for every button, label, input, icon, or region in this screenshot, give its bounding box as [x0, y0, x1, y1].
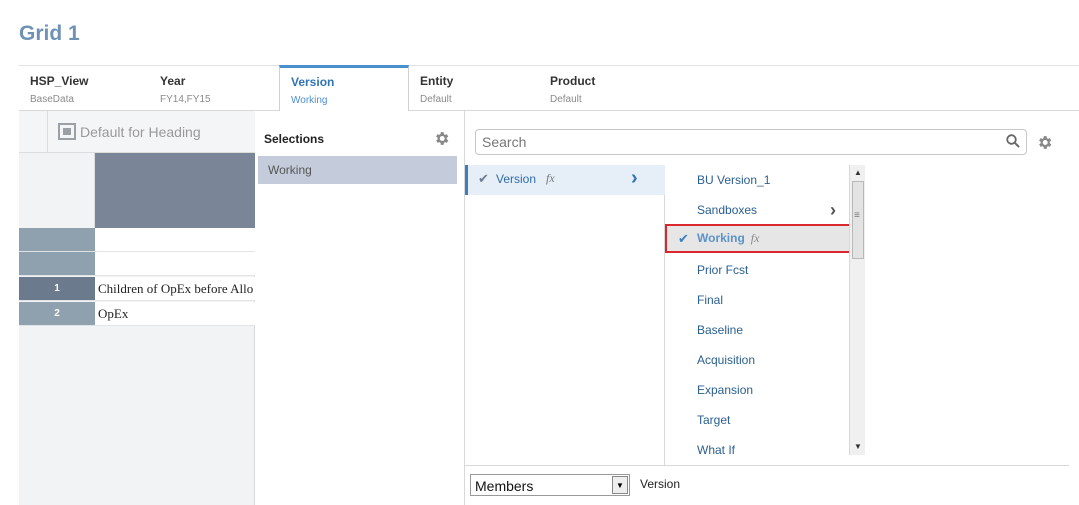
dimension-tab-entity[interactable]: Entity Default [409, 66, 539, 111]
member-label: Prior Fcst [697, 263, 749, 277]
member-label: Sandboxes [697, 203, 758, 217]
page-title: Grid 1 [19, 22, 80, 45]
gear-icon[interactable] [1036, 134, 1053, 151]
grid-row-header-blank [19, 228, 95, 252]
dimension-tab-year[interactable]: Year FY14,FY15 [149, 66, 279, 111]
dimension-name: Year [160, 74, 186, 88]
dimension-tab-product[interactable]: Product Default [539, 66, 669, 111]
member-item[interactable]: Prior Fcst [665, 255, 851, 285]
grid-row-number[interactable]: 2 [19, 302, 95, 326]
dimension-tab-hsp-view[interactable]: HSP_View BaseData [19, 66, 149, 111]
dimension-value: Default [420, 94, 452, 105]
grid-heading-bar: Default for Heading [19, 111, 255, 153]
grid-heading-label[interactable]: Default for Heading [80, 124, 201, 140]
scroll-down-icon[interactable]: ▼ [851, 440, 865, 454]
search-icon[interactable] [1006, 134, 1020, 148]
member-label: Baseline [697, 323, 744, 337]
search-input[interactable] [482, 133, 1002, 151]
dimension-name: Entity [420, 74, 454, 88]
search-box [475, 129, 1027, 155]
member-navigation-column: ✔ Version fx › [465, 165, 665, 465]
function-icon: fx [546, 171, 555, 185]
grid-heading-corner [19, 111, 48, 153]
member-label: Expansion [697, 383, 754, 397]
member-item-selected[interactable]: ✔ Working fx [665, 224, 851, 253]
nav-item-version[interactable]: ✔ Version fx › [465, 165, 665, 195]
grid-row-label[interactable]: OpEx [95, 302, 255, 326]
member-label: Acquisition [697, 353, 756, 367]
member-label: Final [697, 293, 724, 307]
member-label: What If [697, 443, 736, 455]
selections-heading: Selections [264, 132, 325, 146]
grid-column-header[interactable] [95, 153, 255, 228]
scrollbar-thumb[interactable] [852, 181, 864, 259]
view-select[interactable]: Members ▼ [470, 474, 630, 496]
member-list-scrollbar[interactable]: ▲ ▼ [849, 165, 865, 455]
selections-panel: Selections Working [255, 111, 465, 505]
member-item[interactable]: Expansion [665, 375, 851, 405]
footer-dimension-label: Version [640, 477, 681, 491]
member-item[interactable]: Final [665, 285, 851, 315]
dimension-value: Working [291, 95, 328, 106]
selection-item[interactable]: Working [258, 156, 457, 184]
dimension-value: FY14,FY15 [160, 94, 211, 105]
grid-row-header-blank [19, 252, 95, 276]
member-item[interactable]: Target [665, 405, 851, 435]
member-item[interactable]: Sandboxes › [665, 195, 851, 225]
chevron-right-icon[interactable]: › [830, 195, 836, 225]
dropdown-arrow-icon[interactable]: ▼ [612, 476, 628, 494]
dimension-tab-version[interactable]: Version Working [279, 65, 409, 111]
dimension-bar: HSP_View BaseData Year FY14,FY15 Version… [19, 65, 1079, 111]
member-label: Target [697, 413, 731, 427]
member-item[interactable]: BU Version_1 [665, 165, 851, 195]
dimension-name: HSP_View [30, 74, 89, 88]
member-item[interactable]: Baseline [665, 315, 851, 345]
grid-corner-cell [19, 153, 95, 228]
dimension-value: BaseData [30, 94, 74, 105]
grid-cell-blank [95, 252, 255, 276]
dimension-value: Default [550, 94, 582, 105]
heading-icon [58, 123, 76, 140]
check-icon: ✔ [478, 171, 489, 186]
member-item[interactable]: What If [665, 435, 851, 455]
member-selector-panel: ✔ Version fx › BU Version_1 Sandboxes › ✔… [465, 111, 1079, 505]
member-label: BU Version_1 [697, 173, 771, 187]
member-selector-footer: Members ▼ Version [465, 465, 1069, 505]
member-item[interactable]: Acquisition [665, 345, 851, 375]
data-grid: Default for Heading 1 Children of OpEx b… [19, 111, 255, 505]
member-label: Working [697, 231, 745, 245]
gear-icon[interactable] [433, 130, 450, 147]
dimension-name: Product [550, 74, 596, 88]
function-icon: fx [750, 231, 760, 245]
chevron-right-icon[interactable]: › [631, 167, 638, 190]
grid-row-number[interactable]: 1 [19, 277, 95, 301]
grid-cell-blank [95, 228, 255, 252]
grid-row-label[interactable]: Children of OpEx before Allo [95, 277, 255, 301]
scroll-up-icon[interactable]: ▲ [851, 166, 865, 180]
nav-item-label: Version [496, 172, 537, 186]
check-icon: ✔ [678, 231, 689, 246]
member-list: BU Version_1 Sandboxes › ✔ Working fx Prior… [665, 165, 851, 455]
view-select-value: Members [475, 478, 534, 494]
dimension-name: Version [291, 75, 335, 89]
